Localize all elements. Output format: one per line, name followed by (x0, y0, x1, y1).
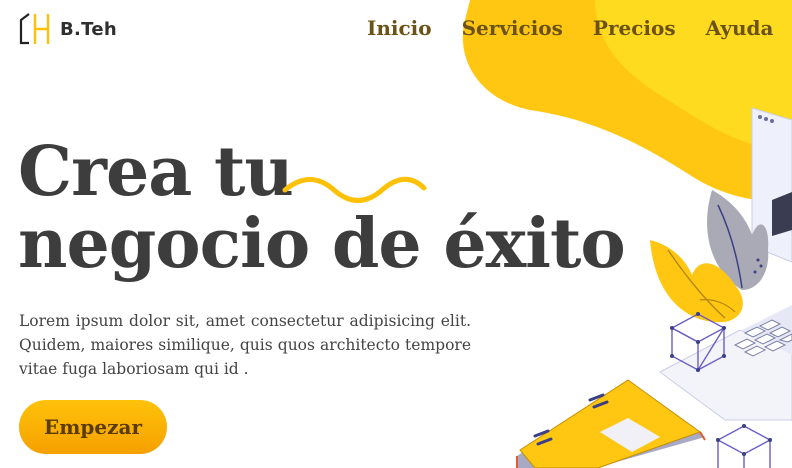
hero-title-line1: Crea tu (18, 132, 294, 212)
main-nav: Inicio Servicios Precios Ayuda (367, 16, 773, 40)
nav-item-precios[interactable]: Precios (593, 16, 676, 40)
squiggle-decoration-icon (282, 176, 427, 203)
nav-item-servicios[interactable]: Servicios (462, 16, 563, 40)
bracket-h-logo-icon (19, 13, 50, 45)
laptop-illustration (516, 107, 792, 468)
brand-name: B.Teh (60, 18, 117, 40)
nav-item-inicio[interactable]: Inicio (367, 16, 432, 40)
brand-logo[interactable]: B.Teh (18, 11, 117, 47)
start-button[interactable]: Empezar (19, 400, 167, 454)
hero-description: Lorem ipsum dolor sit, amet consectetur … (19, 312, 471, 378)
nav-item-ayuda[interactable]: Ayuda (706, 16, 774, 40)
